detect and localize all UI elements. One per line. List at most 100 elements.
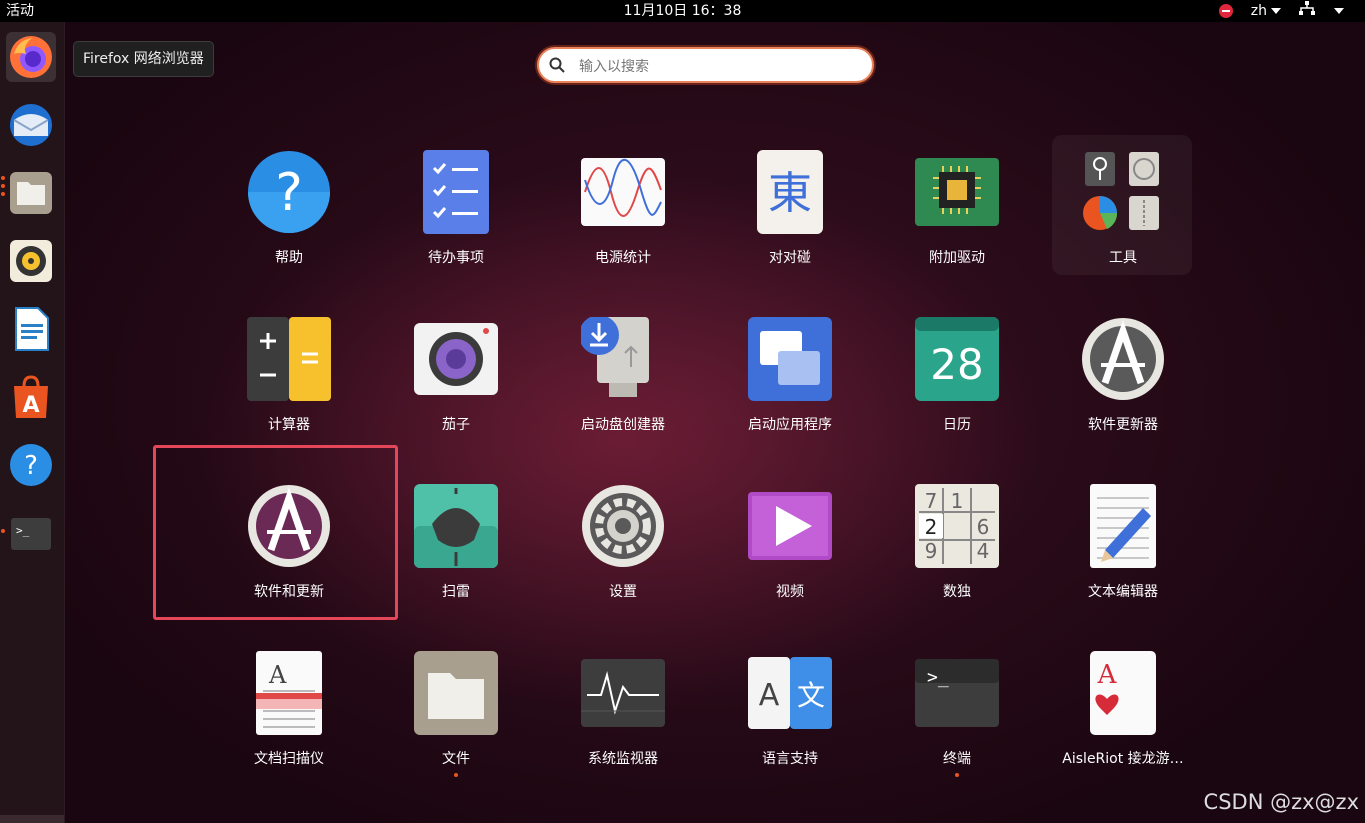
app-system-monitor[interactable]: 系统监视器 [543, 651, 703, 801]
terminal-icon: >_ [915, 659, 999, 727]
app-label: 计算器 [268, 417, 310, 433]
app-label: 系统监视器 [588, 751, 658, 767]
app-label: 设置 [609, 584, 637, 600]
running-indicator [955, 773, 959, 777]
svg-text:文: 文 [797, 679, 825, 712]
calendar-icon: 28 [915, 317, 999, 401]
app-label: 电源统计 [595, 250, 651, 266]
language-support-icon: A 文 [748, 657, 832, 729]
app-sudoku[interactable]: 7 1 2 6 9 4 数独 [877, 484, 1037, 634]
ubuntu-software-icon: A [14, 375, 48, 418]
power-statistics-icon [581, 158, 665, 226]
app-label: 软件更新器 [1088, 417, 1158, 433]
dock-files[interactable] [6, 168, 56, 218]
libreoffice-writer-icon [15, 307, 49, 351]
document-scanner-icon: A [256, 651, 322, 735]
app-help[interactable]: ? 帮助 [209, 150, 369, 300]
svg-text:>_: >_ [16, 524, 30, 537]
clock[interactable]: 11月10日 16：38 [624, 3, 742, 19]
dock-rhythmbox[interactable] [6, 236, 56, 286]
app-label: 语言支持 [762, 751, 818, 767]
app-files[interactable]: 文件 [376, 651, 536, 801]
svg-text:9: 9 [925, 539, 938, 563]
rhythmbox-icon [10, 240, 52, 282]
search-input[interactable] [577, 55, 861, 79]
dock-terminal[interactable]: >_ [6, 508, 56, 558]
svg-text:A: A [22, 393, 39, 418]
software-updater-icon [1082, 318, 1164, 400]
app-label: 启动应用程序 [748, 417, 832, 433]
svg-text:7: 7 [925, 489, 938, 513]
top-bar: 活动 11月10日 16：38 zh [0, 0, 1365, 22]
app-utilities-folder[interactable]: 工具 [1043, 150, 1203, 300]
svg-text:A: A [268, 661, 287, 689]
system-monitor-icon [581, 659, 665, 727]
app-mines[interactable]: 扫雷 [376, 484, 536, 634]
dock-libreoffice-writer[interactable] [6, 304, 56, 354]
cheese-camera-icon [414, 323, 498, 395]
app-usb-creator[interactable]: 启动盘创建器 [543, 317, 703, 467]
dock-thunderbird[interactable] [6, 100, 56, 150]
dock-firefox[interactable] [6, 32, 56, 82]
app-text-editor[interactable]: 文本编辑器 [1043, 484, 1203, 634]
text-editor-icon [1090, 484, 1156, 568]
running-indicator [454, 773, 458, 777]
calculator-icon [247, 317, 331, 401]
terminal-icon: >_ [11, 518, 51, 550]
usb-creator-icon [581, 317, 649, 397]
mines-icon [414, 484, 498, 568]
app-label: 工具 [1109, 250, 1137, 266]
power-menu[interactable] [1333, 0, 1345, 22]
app-power-statistics[interactable]: 电源统计 [543, 150, 703, 300]
dock-ubuntu-software[interactable]: A [6, 372, 56, 422]
app-videos[interactable]: 视频 [710, 484, 870, 634]
app-additional-drivers[interactable]: 附加驱动 [877, 150, 1037, 300]
app-label: 扫雷 [442, 584, 470, 600]
app-todo[interactable]: 待办事项 [376, 150, 536, 300]
do-not-disturb-icon[interactable] [1218, 4, 1233, 18]
app-settings[interactable]: 设置 [543, 484, 703, 634]
app-startup-applications[interactable]: 启动应用程序 [710, 317, 870, 467]
app-aisleriot[interactable]: A AisleRiot 接龙游… [1043, 651, 1203, 801]
app-label: 文本编辑器 [1088, 584, 1158, 600]
chip-icon [915, 158, 999, 226]
input-method-menu[interactable]: zh [1251, 0, 1281, 22]
files-icon [414, 651, 498, 735]
app-label: 文件 [442, 751, 470, 767]
system-tray: zh [1218, 0, 1345, 22]
network-icon[interactable] [1299, 0, 1315, 22]
app-label: 对对碰 [769, 250, 811, 266]
videos-icon [748, 492, 832, 560]
dock: A ? >_ [0, 22, 65, 823]
app-software-updater[interactable]: 软件更新器 [1043, 317, 1203, 467]
app-label: 视频 [776, 584, 804, 600]
app-label: 文档扫描仪 [254, 751, 324, 767]
thunderbird-icon [10, 104, 52, 146]
chevron-down-icon [1334, 8, 1344, 14]
app-label: 待办事项 [428, 250, 484, 266]
dock-help[interactable]: ? [6, 440, 56, 490]
app-calendar[interactable]: 28 日历 [877, 317, 1037, 467]
app-label: 终端 [943, 751, 971, 767]
utilities-folder-icon [1083, 152, 1159, 230]
mahjongg-icon: 東 [757, 150, 823, 234]
svg-text:6: 6 [977, 515, 990, 539]
settings-gear-icon [582, 485, 664, 567]
app-label: 数独 [943, 584, 971, 600]
app-cheese[interactable]: 茄子 [376, 317, 536, 467]
search-box[interactable] [537, 47, 874, 83]
todo-icon [423, 150, 489, 234]
app-mahjongg[interactable]: 東 对对碰 [710, 150, 870, 300]
app-document-scanner[interactable]: A 文档扫描仪 [209, 651, 369, 801]
show-applications-button[interactable] [0, 815, 64, 823]
svg-text:東: 東 [768, 168, 812, 219]
svg-text:?: ? [275, 163, 303, 223]
chevron-down-icon [1271, 8, 1281, 14]
activities-button[interactable]: 活动 [6, 0, 34, 22]
app-language-support[interactable]: A 文 语言支持 [710, 651, 870, 801]
svg-text:4: 4 [977, 539, 990, 563]
app-label: 启动盘创建器 [581, 417, 665, 433]
files-icon [10, 172, 52, 214]
svg-text:28: 28 [930, 340, 983, 389]
app-terminal[interactable]: >_ 终端 [877, 651, 1037, 801]
